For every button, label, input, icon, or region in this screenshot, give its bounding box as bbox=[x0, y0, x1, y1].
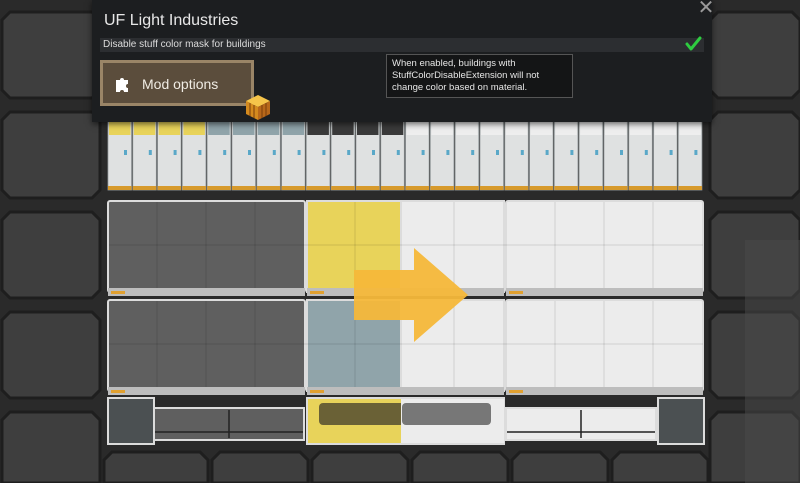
locker-base bbox=[108, 186, 132, 190]
locker-base bbox=[653, 186, 678, 190]
locker-top bbox=[505, 120, 528, 135]
locker-base bbox=[232, 186, 256, 190]
locker-top bbox=[208, 120, 230, 135]
locker-handle bbox=[669, 150, 673, 155]
close-icon[interactable]: ✕ bbox=[696, 0, 716, 18]
locker-handle bbox=[173, 150, 177, 155]
locker-base bbox=[306, 186, 330, 190]
locker-handle bbox=[446, 150, 450, 155]
locker-base bbox=[628, 186, 653, 190]
locker-base bbox=[455, 186, 479, 190]
locker-top bbox=[282, 120, 305, 135]
locker-base bbox=[579, 186, 603, 190]
locker-handle bbox=[620, 150, 623, 155]
panel-title: UF Light Industries bbox=[104, 12, 239, 29]
locker-handle bbox=[322, 150, 326, 155]
mod-options-button[interactable]: Mod options bbox=[100, 60, 254, 106]
locker-base bbox=[529, 186, 554, 190]
locker-base bbox=[356, 186, 380, 190]
locker-handle bbox=[148, 150, 152, 155]
setting-tooltip: When enabled, buildings with StuffColorD… bbox=[386, 54, 573, 98]
locker-base bbox=[430, 186, 454, 190]
locker-top bbox=[133, 120, 156, 135]
locker-base bbox=[604, 186, 628, 190]
locker-base bbox=[380, 186, 405, 190]
locker-base bbox=[132, 186, 157, 190]
locker-base bbox=[157, 186, 182, 190]
mod-settings-panel: UF Light Industries ✕ Disable stuff colo… bbox=[92, 0, 714, 122]
locker-base bbox=[554, 186, 578, 190]
locker-base bbox=[504, 186, 529, 190]
locker-base bbox=[480, 186, 504, 190]
locker-top bbox=[183, 120, 205, 135]
locker-top bbox=[307, 120, 329, 135]
locker-top bbox=[257, 120, 280, 135]
locker-handle bbox=[248, 150, 251, 155]
mod-options-label: Mod options bbox=[142, 76, 219, 92]
locker-handle bbox=[297, 150, 301, 155]
puzzle-piece-icon bbox=[116, 78, 128, 92]
locker-base bbox=[331, 186, 355, 190]
locker-top bbox=[381, 120, 404, 135]
locker-handle bbox=[595, 150, 599, 155]
locker-handle bbox=[124, 150, 127, 155]
locker-handle bbox=[396, 150, 400, 155]
locker-top bbox=[456, 120, 478, 135]
tooltip-line: change color based on material. bbox=[392, 82, 528, 93]
building-preview-image bbox=[107, 120, 705, 445]
locker-handle bbox=[372, 150, 375, 155]
setting-label: Disable stuff color mask for buildings bbox=[103, 39, 266, 50]
checkmark-icon[interactable] bbox=[684, 35, 702, 53]
locker-top bbox=[555, 120, 577, 135]
setting-row-disable-color-mask[interactable]: Disable stuff color mask for buildings bbox=[100, 35, 704, 53]
locker-base bbox=[678, 186, 702, 190]
locker-top bbox=[332, 120, 354, 135]
locker-handle bbox=[644, 150, 648, 155]
locker-top bbox=[530, 120, 553, 135]
locker-base bbox=[281, 186, 306, 190]
locker-top bbox=[109, 120, 131, 135]
locker-base bbox=[182, 186, 206, 190]
locker-top bbox=[654, 120, 677, 135]
locker-top bbox=[158, 120, 181, 135]
locker-handle bbox=[223, 150, 227, 155]
locker-handle bbox=[347, 150, 351, 155]
locker-handle bbox=[520, 150, 524, 155]
locker-top bbox=[431, 120, 453, 135]
locker-handle bbox=[496, 150, 499, 155]
locker-handle bbox=[421, 150, 425, 155]
locker-base bbox=[405, 186, 430, 190]
locker-handle bbox=[198, 150, 202, 155]
locker-top bbox=[481, 120, 503, 135]
locker-handle bbox=[471, 150, 475, 155]
locker-top bbox=[629, 120, 652, 135]
locker-top bbox=[233, 120, 255, 135]
locker-top bbox=[357, 120, 379, 135]
locker-handle bbox=[570, 150, 574, 155]
locker-top bbox=[580, 120, 602, 135]
locker-top bbox=[679, 120, 701, 135]
locker-top bbox=[605, 120, 627, 135]
locker-base bbox=[207, 186, 231, 190]
tooltip-line: StuffColorDisableExtension will not bbox=[392, 70, 540, 81]
locker-handle bbox=[272, 150, 276, 155]
locker-top bbox=[406, 120, 429, 135]
locker-handle bbox=[694, 150, 698, 155]
locker-base bbox=[256, 186, 281, 190]
tooltip-line: When enabled, buildings with bbox=[392, 58, 516, 69]
locker-handle bbox=[545, 150, 549, 155]
crate-icon bbox=[246, 95, 270, 120]
